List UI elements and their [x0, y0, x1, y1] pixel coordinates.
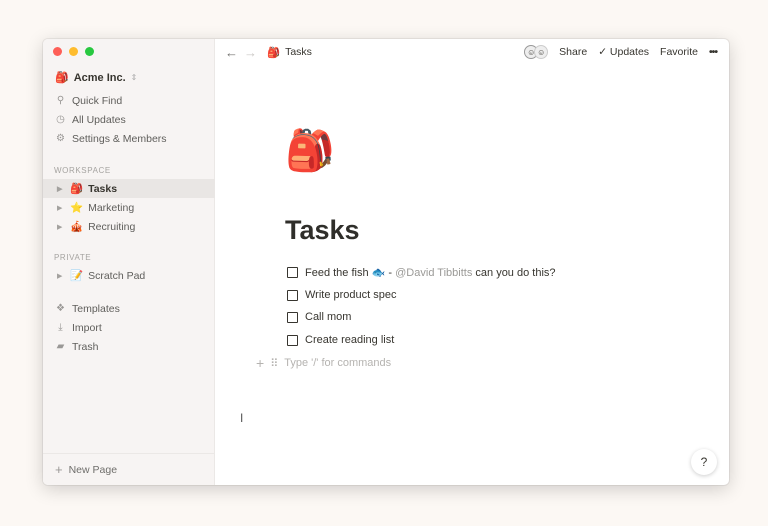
- sidebar-item-recruiting[interactable]: ▶ 🎪 Recruiting: [43, 217, 215, 236]
- workspace-name: Acme Inc.: [73, 71, 126, 84]
- share-button[interactable]: Share: [559, 46, 587, 58]
- backpack-icon: 🎒: [70, 183, 84, 195]
- todo-suffix: can you do this?: [472, 267, 556, 279]
- todo-text[interactable]: Call mom: [305, 311, 351, 323]
- updown-chevron-icon: ⇕: [130, 73, 138, 82]
- todo-checkbox[interactable]: [287, 289, 298, 301]
- sidebar-item-marketing[interactable]: ▶ ⭐ Marketing: [43, 198, 215, 217]
- empty-block: + ⠿ Type '/' for commands: [256, 355, 391, 371]
- search-icon: ⚲: [56, 95, 65, 106]
- expand-triangle-icon[interactable]: ▶: [57, 272, 65, 280]
- all-updates-button[interactable]: ◷ All Updates: [43, 110, 215, 129]
- sidebar-item-tasks[interactable]: ▶ 🎒 Tasks: [43, 179, 215, 198]
- plus-icon[interactable]: +: [256, 355, 264, 371]
- nav-label: Quick Find: [72, 94, 123, 107]
- templates-button[interactable]: ❖ Templates: [43, 299, 215, 318]
- trash-icon: ▰: [56, 341, 65, 352]
- nav-label: Import: [72, 321, 102, 334]
- star-icon: ⭐: [70, 202, 84, 214]
- todo-item: Call mom: [287, 311, 351, 323]
- updates-label: Updates: [609, 46, 650, 58]
- workspace-switcher[interactable]: 🎒 Acme Inc. ⇕: [55, 71, 138, 85]
- plus-icon: +: [55, 462, 63, 477]
- workspace-heading: WORKSPACE: [54, 166, 111, 175]
- topbar: ← → 🎒 Tasks ☺ ☺ Share ✓ Updates Favorite •…: [215, 39, 729, 65]
- breadcrumb[interactable]: 🎒 Tasks: [267, 46, 312, 59]
- block-placeholder[interactable]: Type '/' for commands: [284, 357, 391, 369]
- trash-button[interactable]: ▰ Trash: [43, 337, 215, 356]
- forward-arrow-icon[interactable]: →: [244, 45, 257, 60]
- todo-item: Write product spec: [287, 289, 397, 301]
- breadcrumb-label: Tasks: [285, 46, 312, 58]
- page-label: Recruiting: [88, 220, 136, 233]
- todo-item: Feed the fish 🐟 - @David Tibbitts can yo…: [287, 266, 556, 279]
- expand-triangle-icon[interactable]: ▶: [57, 204, 65, 212]
- import-button[interactable]: ⤓ Import: [43, 318, 215, 337]
- nav-label: Settings & Members: [72, 132, 167, 145]
- back-arrow-icon[interactable]: ←: [225, 45, 238, 60]
- backpack-icon: 🎒: [267, 46, 281, 59]
- gear-icon: ⚙: [56, 133, 65, 144]
- backpack-icon: 🎒: [55, 72, 69, 84]
- close-button[interactable]: [53, 47, 62, 56]
- avatar: ☺: [534, 45, 549, 59]
- nav-label: Trash: [72, 340, 99, 353]
- expand-triangle-icon[interactable]: ▶: [57, 223, 65, 231]
- window-controls: [53, 47, 94, 56]
- todo-checkbox[interactable]: [287, 334, 298, 346]
- page-label: Scratch Pad: [88, 269, 146, 282]
- backpack-icon: 🎒: [285, 129, 335, 173]
- drag-handle-icon[interactable]: ⠿: [270, 357, 278, 370]
- quick-find-button[interactable]: ⚲ Quick Find: [43, 91, 215, 110]
- todo-checkbox[interactable]: [287, 267, 298, 278]
- memo-icon: 📝: [70, 270, 84, 282]
- separator: -: [385, 267, 396, 279]
- minimize-button[interactable]: [69, 47, 78, 56]
- page-label: Marketing: [88, 201, 135, 214]
- help-button[interactable]: ?: [691, 449, 717, 475]
- expand-triangle-icon[interactable]: ▶: [57, 185, 65, 193]
- collaborator-avatars[interactable]: ☺ ☺: [524, 45, 549, 59]
- fish-icon: 🐟: [371, 267, 386, 279]
- todo-text[interactable]: Write product spec: [305, 289, 397, 301]
- more-options-icon[interactable]: •••: [709, 46, 718, 58]
- circus-tent-icon: 🎪: [70, 221, 84, 233]
- page-title[interactable]: Tasks: [285, 215, 360, 246]
- favorite-button[interactable]: Favorite: [660, 46, 698, 58]
- todo-item: Create reading list: [287, 334, 394, 346]
- import-icon: ⤓: [58, 322, 63, 333]
- private-heading: PRIVATE: [54, 253, 92, 262]
- sidebar-item-scratch-pad[interactable]: ▶ 📝 Scratch Pad: [43, 266, 215, 285]
- page-icon[interactable]: 🎒: [285, 131, 335, 171]
- app-window: 🎒 Acme Inc. ⇕ ⚲ Quick Find ◷ All Updates ⚙…: [43, 39, 729, 485]
- maximize-button[interactable]: [85, 47, 94, 56]
- text-cursor-icon: I: [240, 411, 244, 425]
- new-page-button[interactable]: + New Page: [43, 453, 215, 485]
- mention-link[interactable]: @David Tibbitts: [395, 267, 472, 279]
- nav-label: All Updates: [72, 113, 126, 126]
- templates-icon: ❖: [56, 303, 65, 314]
- settings-button[interactable]: ⚙ Settings & Members: [43, 129, 215, 148]
- new-page-label: New Page: [68, 463, 118, 476]
- todo-text[interactable]: Create reading list: [305, 334, 394, 346]
- nav-label: Templates: [72, 302, 120, 315]
- page-label: Tasks: [88, 182, 118, 195]
- todo-checkbox[interactable]: [287, 311, 298, 323]
- sidebar: 🎒 Acme Inc. ⇕ ⚲ Quick Find ◷ All Updates ⚙…: [43, 39, 215, 485]
- todo-text[interactable]: Feed the fish 🐟 - @David Tibbitts can yo…: [305, 266, 556, 279]
- checkmark-icon: ✓: [598, 46, 610, 58]
- todo-label: Feed the fish: [305, 267, 369, 279]
- clock-icon: ◷: [56, 114, 65, 125]
- updates-button[interactable]: ✓ Updates: [598, 46, 649, 58]
